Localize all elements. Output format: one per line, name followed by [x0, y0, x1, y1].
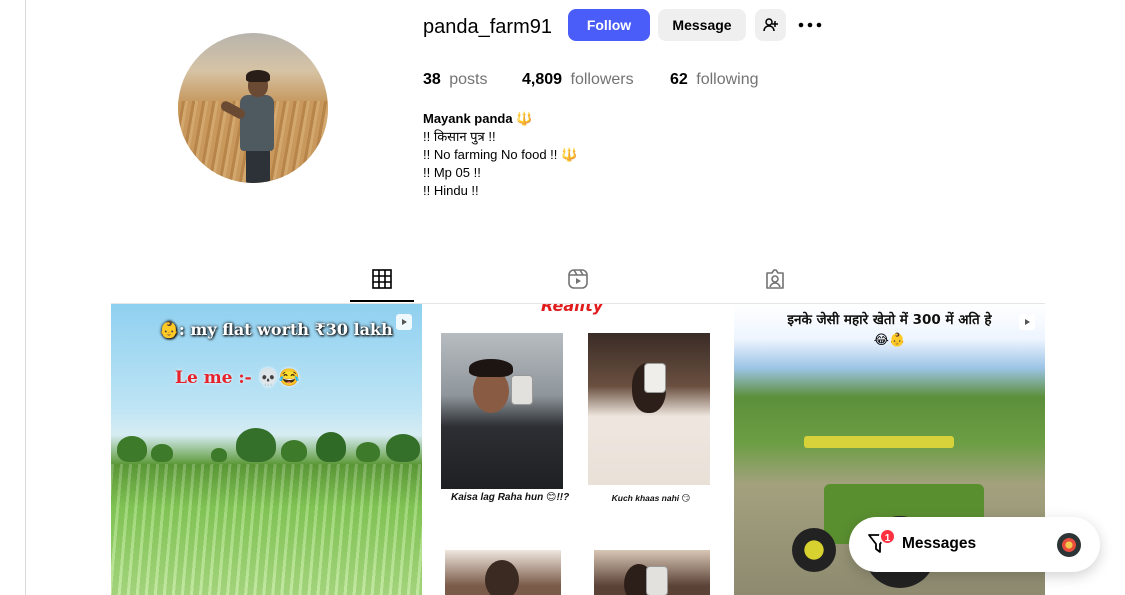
post-photo [594, 550, 710, 595]
bio-line: !! Hindu !! [423, 183, 479, 198]
more-options-icon[interactable] [797, 14, 823, 36]
tab-posts[interactable] [371, 268, 393, 290]
post-photo [588, 333, 710, 485]
followers-label: followers [570, 71, 634, 88]
avatar-person [219, 70, 276, 183]
post-photo [445, 550, 561, 595]
post-overlay-text: 😂👶 [873, 332, 906, 347]
stat-following[interactable]: 62 following [670, 69, 759, 91]
profile-bio: Mayank panda 🔱 !! किसान पुत्र !! !! No f… [423, 110, 577, 200]
posts-label: posts [449, 71, 488, 88]
post-photo [441, 333, 563, 489]
bio-name: Mayank panda 🔱 [423, 111, 533, 126]
tab-reels[interactable] [567, 268, 589, 290]
post-caption: Kuch khaas nahi 😏 [611, 493, 691, 503]
stat-posts: 38 posts [423, 69, 488, 91]
post-caption: Kaisa lag Raha hun 😊!!? [451, 492, 570, 503]
post-tile[interactable]: Reality Kaisa lag Raha hun 😊!!? Kuch kha… [423, 304, 734, 595]
message-button[interactable]: Message [658, 9, 746, 41]
active-tab-indicator [350, 300, 414, 302]
left-nav-rail [0, 0, 26, 595]
post-overlay-text: Le me :- 💀😂 [175, 368, 300, 388]
messages-launcher[interactable]: 1 Messages [849, 517, 1100, 572]
suggested-users-button[interactable] [755, 9, 786, 41]
following-label: following [696, 71, 759, 88]
tree-line [111, 422, 422, 462]
post-overlay-text: इनके जेसी महारे खेतो में 300 में अति हे [787, 312, 992, 328]
conversation-avatar [1057, 533, 1081, 557]
profile-tabs [111, 262, 1045, 304]
post-tile[interactable]: 👶: my flat worth ₹30 lakh Le me :- 💀😂 [111, 304, 422, 595]
follow-button[interactable]: Follow [568, 9, 650, 41]
messages-label: Messages [902, 535, 977, 552]
post-overlay-text: Reality [541, 304, 604, 315]
reel-icon [1019, 314, 1035, 330]
followers-count: 4,809 [522, 71, 563, 88]
profile-username: panda_farm91 [423, 16, 552, 38]
stat-followers[interactable]: 4,809 followers [522, 69, 634, 91]
tab-tagged[interactable] [764, 268, 786, 290]
posts-count: 38 [423, 71, 441, 88]
post-overlay-text: 👶: my flat worth ₹30 lakh [159, 320, 393, 339]
tagged-icon [766, 269, 784, 289]
grid-icon [372, 269, 392, 289]
add-person-icon [762, 18, 778, 32]
bio-line: !! No farming No food !! 🔱 [423, 147, 578, 162]
reel-icon [396, 314, 412, 330]
unread-badge: 1 [879, 528, 896, 545]
bio-line: !! किसान पुत्र !! [423, 129, 496, 144]
bio-line: !! Mp 05 !! [423, 165, 481, 180]
profile-avatar[interactable] [178, 33, 328, 183]
following-count: 62 [670, 71, 688, 88]
rice-field [111, 464, 422, 595]
reels-icon [568, 269, 588, 289]
